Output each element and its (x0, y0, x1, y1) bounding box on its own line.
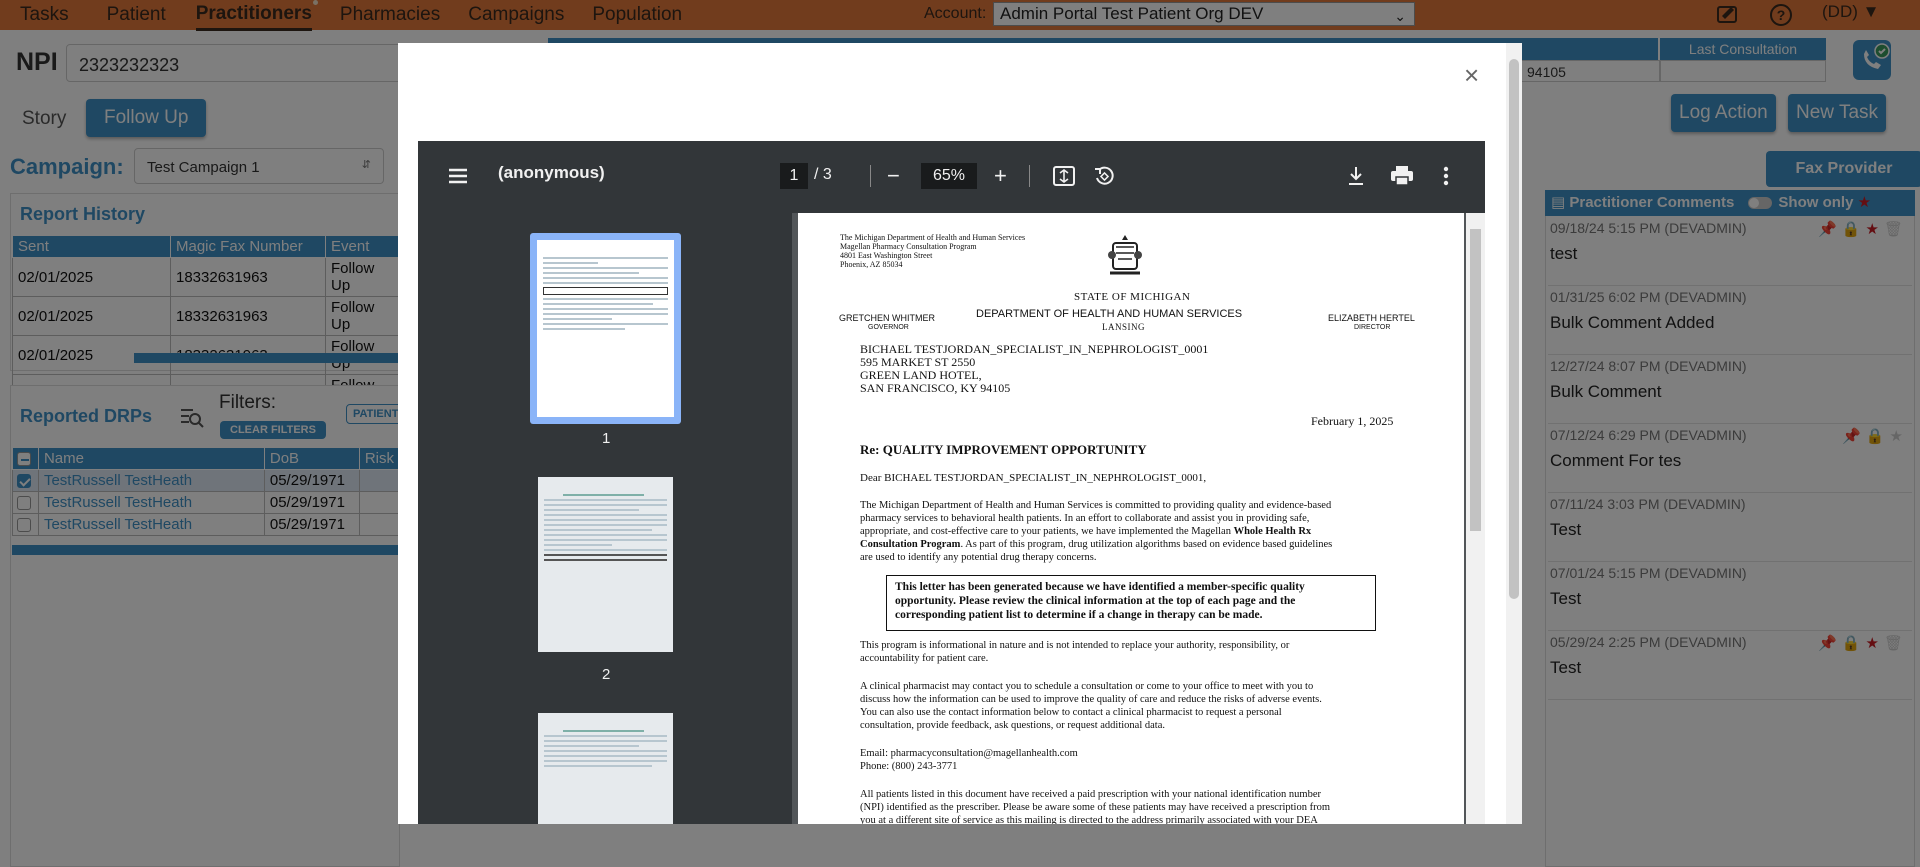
sender-line: The Michigan Department of Health and Hu… (840, 233, 1026, 242)
box-line: opportunity. Please review the clinical … (895, 595, 1296, 607)
modal-scrollbar[interactable] (1506, 43, 1522, 824)
page-number-input[interactable]: 1 (780, 163, 808, 189)
paragraph-line: All patients listed in this document hav… (860, 789, 1322, 800)
state-heading: STATE OF MICHIGAN (1074, 291, 1191, 303)
recipient-line: SAN FRANCISCO, KY 94105 (860, 381, 1011, 395)
sender-line: 4801 East Washington Street (840, 251, 933, 260)
paragraph-line: The Michigan Department of Health and Hu… (860, 500, 1332, 511)
thumbnail-number: 1 (602, 430, 611, 447)
letter-re: Re: QUALITY IMPROVEMENT OPPORTUNITY (860, 442, 1147, 457)
pdf-page: The Michigan Department of Health and Hu… (798, 213, 1464, 824)
paragraph-line: pharmacy services to behavioral health p… (860, 513, 1310, 524)
letter-salutation: Dear BICHAEL TESTJORDAN_SPECIALIST_IN_NE… (860, 472, 1207, 484)
thumbnail-number: 2 (602, 666, 611, 683)
letter-date: February 1, 2025 (1311, 414, 1394, 428)
paragraph-line: you at a different site of service as th… (860, 815, 1318, 824)
michigan-seal-icon (1108, 235, 1142, 275)
thumbnail-content (538, 713, 673, 767)
paragraph-line: consultation, provide feedback, ask ques… (860, 720, 1165, 731)
box-line: corresponding patient list to determine … (895, 609, 1263, 621)
print-icon[interactable] (1390, 165, 1414, 187)
thumbnail-page-1[interactable] (537, 240, 674, 417)
paragraph-line: accountability for patient care. (860, 653, 989, 664)
paragraph-line: This program is informational in nature … (860, 640, 1290, 651)
pdf-scrollbar-thumb[interactable] (1470, 229, 1481, 531)
paragraph-line: are used to identify any potential drug … (860, 552, 1097, 563)
box-line: This letter has been generated because w… (895, 581, 1305, 593)
toolbar-divider (1029, 165, 1030, 187)
zoom-input[interactable]: 65% (921, 163, 977, 189)
rotate-icon[interactable] (1093, 165, 1115, 187)
zoom-in-icon[interactable]: + (994, 163, 1007, 189)
sender-line: Phoenix, AZ 85034 (840, 260, 903, 269)
paragraph-line: (NPI) identified as the prescriber. Plea… (860, 802, 1330, 813)
thumbnail-page-2[interactable] (538, 477, 673, 652)
paragraph-line: A clinical pharmacist may contact you to… (860, 681, 1314, 692)
paragraph-line: You can also use the contact information… (860, 707, 1282, 718)
program-name: Whole Health Rx (1233, 526, 1312, 537)
director-name: ELIZABETH HERTEL (1328, 313, 1415, 323)
toolbar-divider (870, 165, 871, 187)
pdf-scrollbar[interactable] (1466, 213, 1485, 824)
download-icon[interactable] (1346, 165, 1366, 187)
program-name-cont: Consultation Program (860, 539, 961, 550)
governor-title: GOVERNOR (868, 324, 909, 331)
zoom-out-icon[interactable]: − (887, 163, 900, 189)
pdf-title: (anonymous) (498, 163, 605, 182)
close-icon[interactable]: × (1464, 62, 1479, 88)
paragraph-text: . As part of this program, drug utilizat… (960, 539, 1333, 550)
more-options-icon[interactable] (1440, 165, 1452, 187)
menu-icon[interactable] (447, 165, 469, 187)
paragraph-line: Consultation Program. As part of this pr… (860, 539, 1332, 550)
department-heading: DEPARTMENT OF HEALTH AND HUMAN SERVICES (976, 308, 1243, 320)
governor-name: GRETCHEN WHITMER (839, 313, 935, 323)
thumbnail-page-3[interactable] (538, 713, 673, 824)
modal-scrollbar-thumb[interactable] (1509, 59, 1519, 599)
paragraph-line: discuss how the information can be used … (860, 694, 1322, 705)
director-title: DIRECTOR (1354, 324, 1391, 331)
sender-line: Magellan Pharmacy Consultation Program (840, 242, 977, 251)
thumbnail-content (538, 477, 673, 561)
paragraph-text: appropriate, and cost-effective care to … (860, 526, 1231, 537)
fit-page-icon[interactable] (1053, 166, 1075, 186)
page-total: / 3 (814, 166, 832, 183)
thumbnail-content (537, 240, 674, 330)
paragraph-line: appropriate, and cost-effective care to … (860, 526, 1311, 537)
contact-email: Email: pharmacyconsultation@magellanheal… (860, 748, 1078, 759)
contact-phone: Phone: (800) 243-3771 (860, 761, 958, 772)
city-heading: LANSING (1102, 322, 1145, 332)
